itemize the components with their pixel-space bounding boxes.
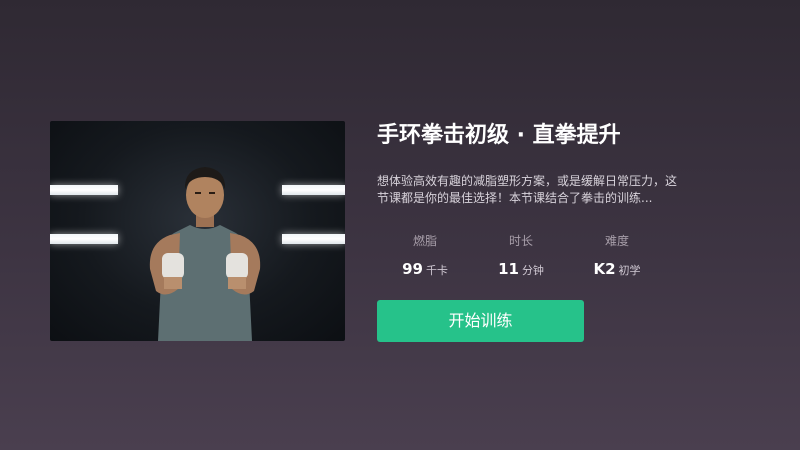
course-title: 手环拳击初级 · 直拳提升 [377, 123, 621, 148]
start-training-button[interactable]: 开始训练 [377, 300, 584, 342]
stat-value: 99 千卡 [377, 259, 473, 281]
stat-calories: 燃脂 99 千卡 [377, 233, 473, 281]
stat-value: K2 初学 [569, 259, 665, 281]
light-bar [282, 185, 345, 195]
stat-label: 燃脂 [412, 234, 437, 248]
light-bar [50, 185, 118, 195]
light-bar [50, 234, 118, 244]
stat-duration: 时长 11 分钟 [473, 233, 569, 281]
stat-unit: 千卡 [425, 264, 448, 277]
stat-difficulty: 难度 K2 初学 [569, 233, 665, 281]
stat-number: K2 [593, 260, 616, 278]
stat-value: 11 分钟 [473, 259, 569, 281]
stat-number: 99 [402, 260, 423, 278]
course-stats: 燃脂 99 千卡 时长 11 分钟 难度 K2 初学 [377, 233, 777, 281]
boxer-figure [149, 167, 261, 341]
stat-unit: 初学 [618, 264, 641, 277]
course-description: 想体验高效有趣的减脂塑形方案，或是缓解日常压力，这节课都是你的最佳选择！本节课结… [377, 174, 678, 205]
course-info: 手环拳击初级 · 直拳提升 想体验高效有趣的减脂塑形方案，或是缓解日常压力，这节… [377, 121, 777, 281]
course-thumbnail [50, 121, 345, 341]
stat-unit: 分钟 [521, 264, 544, 277]
stat-number: 11 [498, 260, 519, 278]
stat-label: 时长 [508, 234, 533, 248]
stat-label: 难度 [604, 234, 629, 248]
light-bar [282, 234, 345, 244]
